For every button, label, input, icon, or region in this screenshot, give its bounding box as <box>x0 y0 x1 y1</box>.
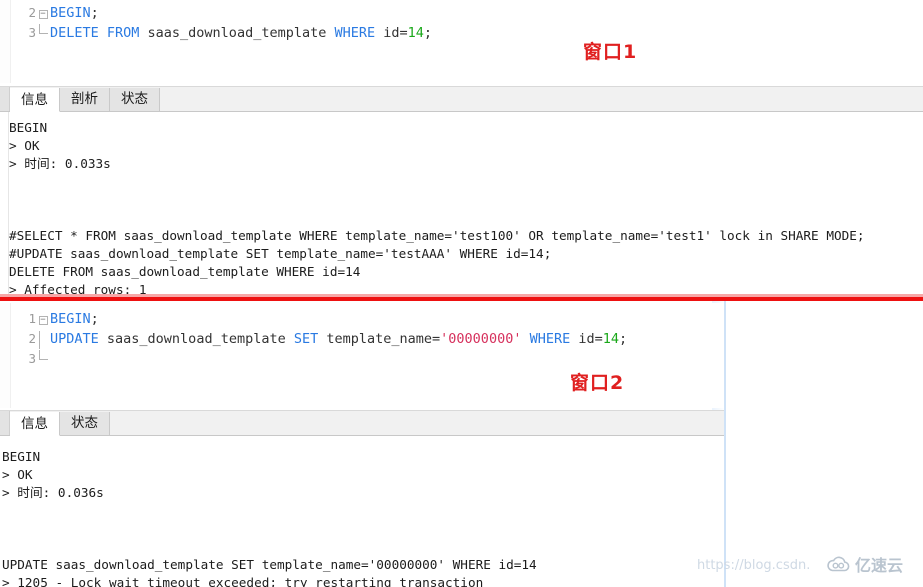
window1-output-left-edge <box>0 112 9 294</box>
code-token: ; <box>619 331 628 347</box>
window1-tabstrip-left-spacer <box>0 87 10 111</box>
fold-end-icon <box>36 24 50 44</box>
cloud-icon <box>825 556 851 573</box>
window2-code-lines[interactable]: 1− BEGIN; 2 UPDATE saas_download_template S… <box>10 309 627 369</box>
window1-result-output-pane[interactable]: BEGIN > OK > 时间: 0.033s #SELECT * FROM saa… <box>0 112 923 294</box>
code-token: '00000000' <box>440 331 522 347</box>
window2-annotation-label: 窗口2 <box>570 372 625 394</box>
window1-sql-editor[interactable]: 2− BEGIN; 3 DELETE FROM saas_download_templ… <box>0 0 923 83</box>
output-line: #SELECT * FROM saas_download_template WH… <box>9 228 865 243</box>
code-token: 14 <box>602 331 620 347</box>
window2-output-lines: BEGIN > OK > 时间: 0.036s UPDATE saas_downlo… <box>2 448 724 587</box>
fold-end-icon <box>36 350 50 370</box>
output-line: #UPDATE saas_download_template SET templ… <box>9 246 552 261</box>
tab-w1-2[interactable]: 状态 <box>110 88 160 111</box>
code-token: saas_download_template <box>139 25 335 41</box>
code-token: WHERE <box>529 331 571 347</box>
fold-guide-icon <box>36 330 50 350</box>
code-token: template_name= <box>318 331 441 347</box>
output-line: > 1205 - Lock wait timeout exceeded; try… <box>2 575 484 587</box>
output-line: BEGIN <box>9 120 48 135</box>
output-line: > OK <box>2 467 33 482</box>
tab-w1-0[interactable]: 信息 <box>10 88 60 112</box>
code-line[interactable]: 3 <box>10 349 627 369</box>
code-token: id= <box>570 331 603 347</box>
window1-code-lines[interactable]: 2− BEGIN; 3 DELETE FROM saas_download_templ… <box>10 3 432 43</box>
tab-w2-0[interactable]: 信息 <box>10 412 60 436</box>
window2-result-tabstrip[interactable]: 信息 状态 <box>0 410 724 436</box>
csdn-watermark: https://blog.csdn. <box>697 558 811 573</box>
output-line: > OK <box>9 138 40 153</box>
output-line: > Affected rows: 1 <box>9 282 147 294</box>
code-token: ; <box>90 5 99 21</box>
code-token: ; <box>423 25 433 41</box>
output-line: > 时间: 0.036s <box>2 485 104 500</box>
yisuyun-watermark-logo: 亿速云 <box>825 552 903 576</box>
code-token: ; <box>90 311 99 327</box>
output-line: > 时间: 0.033s <box>9 156 111 171</box>
line-number: 2 <box>28 5 36 20</box>
code-token: BEGIN <box>50 311 91 327</box>
tab-w1-1[interactable]: 剖析 <box>60 88 110 111</box>
code-token: saas_download_template <box>98 331 294 347</box>
yisuyun-watermark-text: 亿速云 <box>855 556 904 575</box>
code-token: DELETE FROM <box>50 25 140 41</box>
window2-tabstrip-left-spacer <box>0 411 10 435</box>
code-token: id= <box>375 25 408 41</box>
window2-right-border <box>724 301 726 587</box>
window1-result-tabstrip[interactable]: 信息 剖析 状态 <box>0 86 923 112</box>
fold-toggle-icon[interactable]: − <box>36 4 50 24</box>
line-number: 3 <box>28 351 36 366</box>
line-number: 3 <box>28 25 36 40</box>
code-token: WHERE <box>334 25 376 41</box>
window-separator-line <box>0 297 923 301</box>
line-number: 1 <box>28 311 36 326</box>
output-line: BEGIN <box>2 449 41 464</box>
window2-result-output-pane[interactable]: BEGIN > OK > 时间: 0.036s UPDATE saas_downlo… <box>0 436 724 587</box>
line-number: 2 <box>28 331 36 346</box>
code-token: 14 <box>407 25 424 41</box>
code-token: UPDATE <box>50 331 99 347</box>
output-line: UPDATE saas_download_template SET templa… <box>2 557 537 572</box>
code-line[interactable]: 2 UPDATE saas_download_template SET templ… <box>10 329 627 349</box>
window1-annotation-label: 窗口1 <box>583 41 638 63</box>
code-line[interactable]: 1− BEGIN; <box>10 309 627 329</box>
code-token: SET <box>293 331 319 347</box>
code-token: BEGIN <box>50 5 91 21</box>
output-line: DELETE FROM saas_download_template WHERE… <box>9 264 361 279</box>
window1-output-lines: BEGIN > OK > 时间: 0.033s #SELECT * FROM saa… <box>9 119 923 294</box>
tab-w2-1[interactable]: 状态 <box>60 412 110 435</box>
fold-toggle-icon[interactable]: − <box>36 310 50 330</box>
code-line[interactable]: 2− BEGIN; <box>10 3 432 23</box>
code-line[interactable]: 3 DELETE FROM saas_download_template WHER… <box>10 23 432 43</box>
